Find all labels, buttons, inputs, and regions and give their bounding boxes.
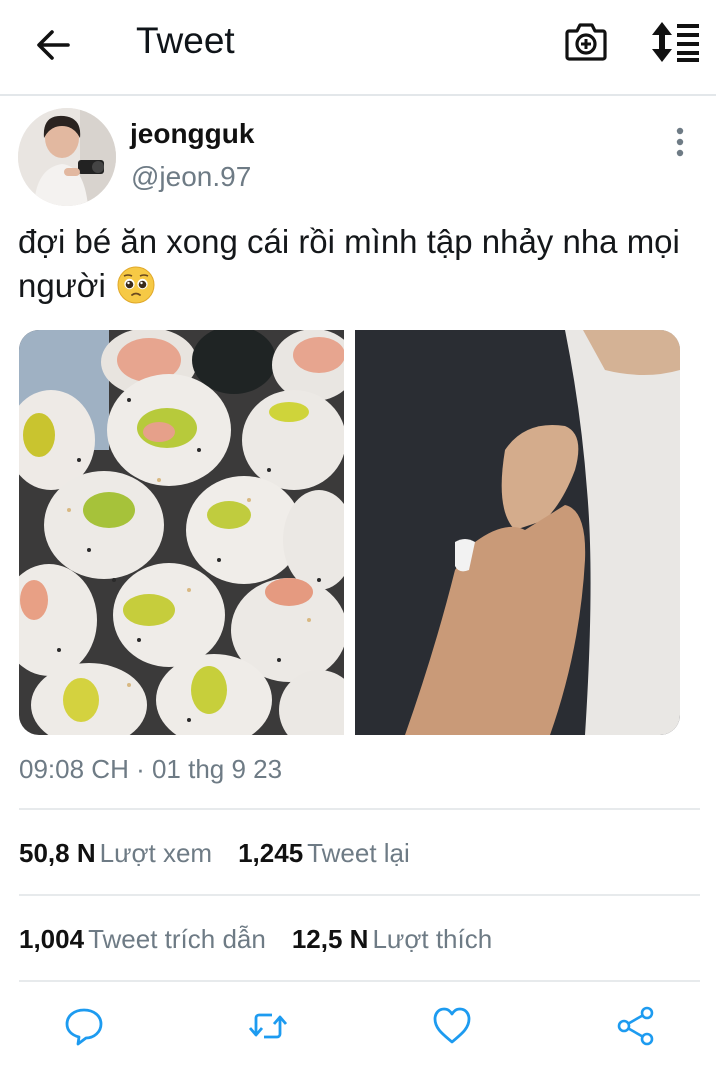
back-button[interactable] bbox=[30, 22, 76, 68]
author-name[interactable]: jeongguk bbox=[130, 118, 254, 150]
quotes-count: 1,004 bbox=[19, 924, 85, 954]
stats-row-1: 50,8 N Lượt xem 1,245 Tweet lại bbox=[19, 836, 436, 870]
stats-row-2: 1,004 Tweet trích dẫn 12,5 N Lượt thích bbox=[19, 922, 518, 956]
camera-icon bbox=[565, 23, 607, 61]
tweet-media[interactable] bbox=[19, 330, 680, 735]
more-options-button[interactable] bbox=[664, 124, 696, 160]
share-button[interactable] bbox=[614, 1004, 658, 1048]
camera-button[interactable] bbox=[562, 20, 610, 64]
sort-button[interactable] bbox=[650, 20, 702, 64]
views-stat[interactable]: 50,8 N Lượt xem bbox=[19, 838, 238, 868]
page-title: Tweet bbox=[136, 20, 235, 61]
divider bbox=[19, 980, 700, 982]
retweet-icon bbox=[248, 1013, 288, 1039]
author-handle[interactable]: @jeon.97 bbox=[131, 160, 251, 194]
views-label: Lượt xem bbox=[99, 838, 213, 868]
sort-icon bbox=[652, 22, 699, 62]
retweets-count: 1,245 bbox=[238, 838, 304, 868]
views-count: 50,8 N bbox=[19, 838, 96, 868]
top-bar: Tweet bbox=[0, 0, 716, 96]
media-photo-arm[interactable] bbox=[355, 330, 680, 735]
divider bbox=[19, 808, 700, 810]
media-photo-sushi[interactable] bbox=[19, 330, 359, 735]
avatar[interactable] bbox=[18, 108, 116, 206]
avatar-photo bbox=[18, 108, 116, 206]
likes-label: Lượt thích bbox=[372, 924, 493, 954]
divider bbox=[19, 894, 700, 896]
quotes-label: Tweet trích dẫn bbox=[88, 924, 266, 954]
tweet-text: đợi bé ăn xong cái rồi mình tập nhảy nha… bbox=[18, 220, 698, 308]
reply-icon bbox=[65, 1008, 103, 1046]
quotes-stat[interactable]: 1,004 Tweet trích dẫn bbox=[19, 924, 292, 954]
arrow-left-icon bbox=[37, 30, 70, 60]
retweets-stat[interactable]: 1,245 Tweet lại bbox=[238, 838, 436, 868]
likes-stat[interactable]: 12,5 N Lượt thích bbox=[292, 924, 518, 954]
more-vertical-icon bbox=[676, 127, 684, 157]
pleading-face-icon bbox=[117, 266, 155, 304]
share-icon bbox=[617, 1006, 654, 1046]
reply-button[interactable] bbox=[62, 1004, 106, 1048]
likes-count: 12,5 N bbox=[291, 924, 369, 954]
like-button[interactable] bbox=[430, 1004, 474, 1048]
retweets-label: Tweet lại bbox=[307, 838, 410, 868]
like-icon bbox=[433, 1007, 471, 1044]
retweet-button[interactable] bbox=[246, 1004, 290, 1048]
tweet-timestamp: 09:08 CH · 01 thg 9 23 bbox=[19, 754, 283, 784]
